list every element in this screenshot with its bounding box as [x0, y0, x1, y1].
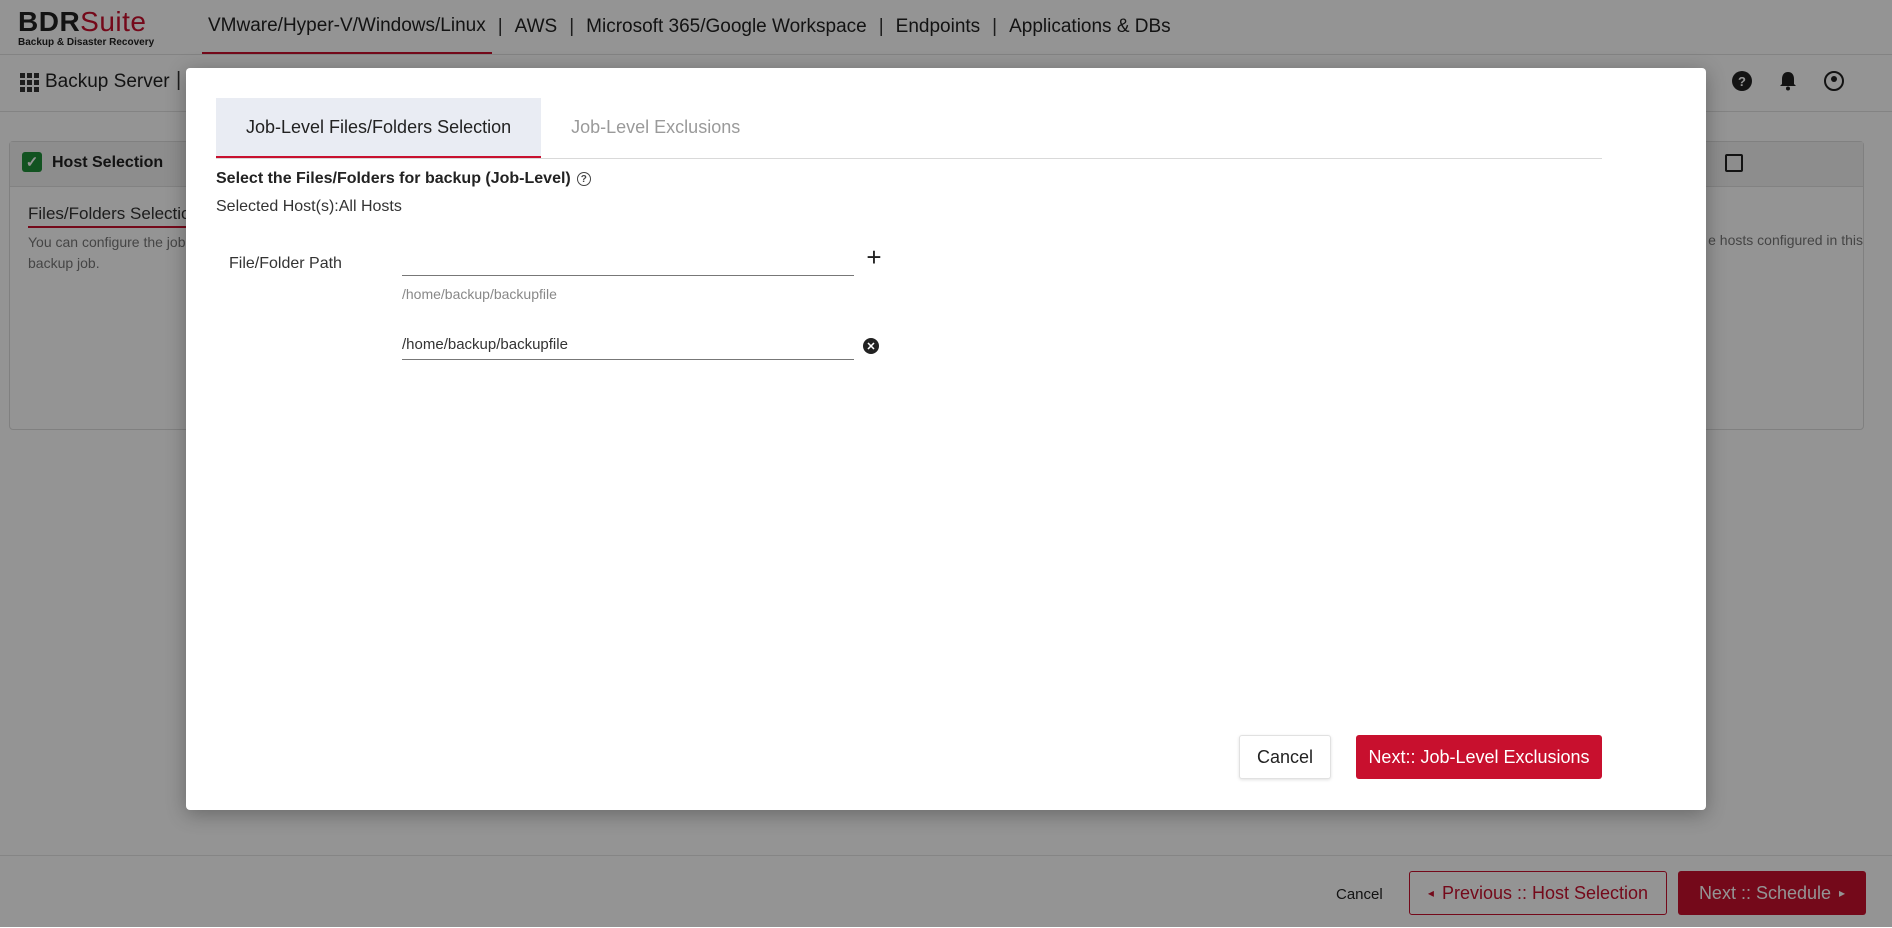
path-hint: /home/backup/backupfile — [402, 286, 557, 302]
added-path-item: /home/backup/backupfile — [402, 330, 854, 360]
tab-job-level-exclusions[interactable]: Job-Level Exclusions — [541, 98, 770, 156]
modal-cancel-button[interactable]: Cancel — [1239, 735, 1331, 779]
modal-tabs: Job-Level Files/Folders Selection Job-Le… — [216, 98, 1602, 159]
tab-files-folders-selection[interactable]: Job-Level Files/Folders Selection — [216, 98, 542, 158]
add-path-icon[interactable]: + — [862, 244, 886, 270]
section-title: Select the Files/Folders for backup (Job… — [216, 170, 591, 188]
files-folders-modal: Job-Level Files/Folders Selection Job-Le… — [186, 68, 1706, 810]
remove-path-icon[interactable]: ✕ — [863, 338, 879, 354]
file-folder-path-input[interactable] — [402, 243, 854, 276]
question-circle-icon[interactable]: ? — [576, 172, 591, 186]
next-job-level-exclusions-button[interactable]: Next:: Job-Level Exclusions — [1356, 735, 1602, 779]
file-folder-path-label: File/Folder Path — [229, 255, 342, 272]
selected-hosts: Selected Host(s):All Hosts — [216, 198, 402, 215]
section-title-text: Select the Files/Folders for backup (Job… — [216, 170, 571, 187]
